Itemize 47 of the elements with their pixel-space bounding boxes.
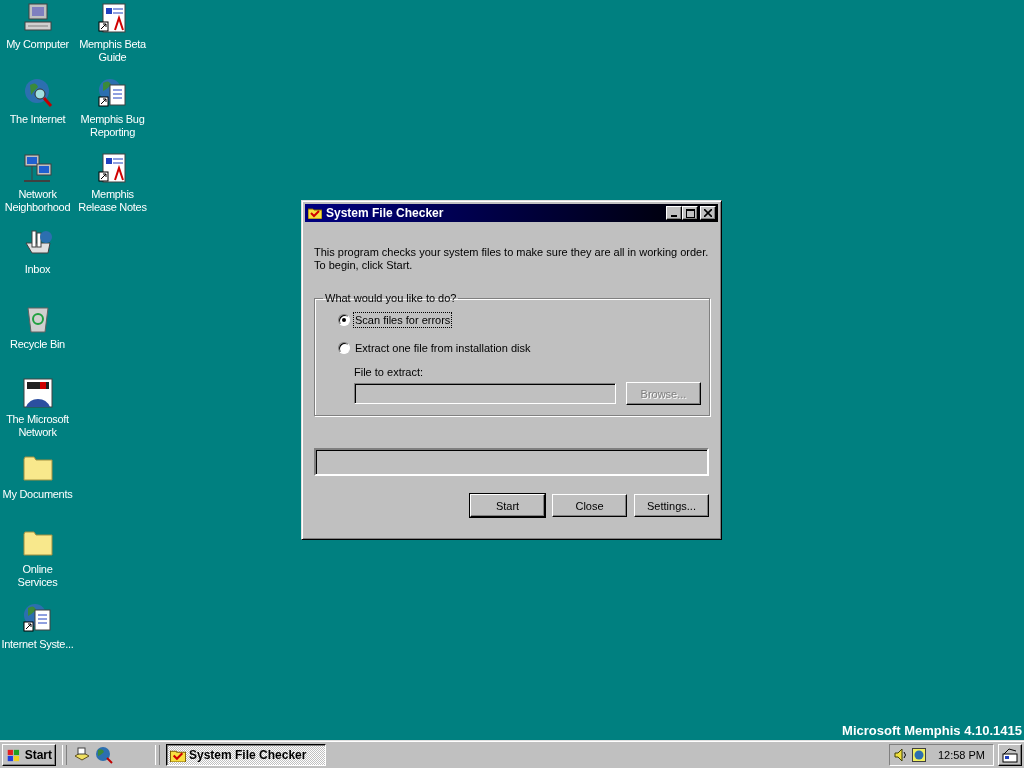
desktop-icon-label[interactable]: Memphis Release Notes bbox=[76, 188, 149, 214]
network-computers-icon[interactable] bbox=[21, 152, 54, 184]
maximize-button[interactable] bbox=[682, 206, 698, 220]
option-label[interactable]: Scan files for errors bbox=[353, 312, 453, 328]
tray-button[interactable] bbox=[998, 744, 1022, 766]
desktop-icon-label[interactable]: My Documents bbox=[1, 488, 74, 501]
speaker-icon[interactable] bbox=[893, 748, 908, 762]
window-title: System File Checker bbox=[326, 206, 445, 220]
globe-tray-icon[interactable] bbox=[911, 748, 926, 762]
globe-logo-icon[interactable] bbox=[21, 377, 54, 409]
desktop-icon-label[interactable]: Memphis Beta Guide bbox=[76, 38, 149, 64]
desktop-icon-label[interactable]: Online Services bbox=[1, 563, 74, 589]
start-button[interactable]: Start bbox=[2, 744, 56, 766]
taskbar-task-button[interactable]: System File Checker bbox=[166, 744, 326, 766]
dialog-button[interactable]: Settings... bbox=[634, 494, 709, 517]
dialog-button[interactable]: Close bbox=[552, 494, 627, 517]
folder-check-icon bbox=[170, 748, 186, 762]
desktop-icon-label[interactable]: Internet Syste... bbox=[1, 638, 74, 651]
desktop-icon-label[interactable]: My Computer bbox=[1, 38, 74, 51]
globe-document-icon[interactable] bbox=[21, 602, 54, 634]
group-label: What would you like to do? bbox=[324, 292, 458, 304]
desktop-icon-label[interactable]: Inbox bbox=[1, 263, 74, 276]
globe-icon[interactable] bbox=[95, 746, 113, 764]
option-label[interactable]: Extract one file from installation disk bbox=[353, 340, 533, 356]
globe-document-icon[interactable] bbox=[96, 77, 129, 109]
clock-text[interactable]: 12:58 PM bbox=[937, 749, 985, 761]
computer-icon[interactable] bbox=[21, 2, 54, 34]
close-icon bbox=[704, 209, 712, 217]
document-shortcut-icon[interactable] bbox=[96, 152, 129, 184]
close-button[interactable] bbox=[700, 206, 716, 220]
radio-button[interactable] bbox=[338, 342, 350, 354]
dialog-button[interactable]: Start bbox=[470, 494, 545, 517]
desktop-icon-label[interactable]: Memphis Bug Reporting bbox=[76, 113, 149, 139]
build-version-text: Microsoft Memphis 4.10.1415 bbox=[842, 723, 1022, 738]
desktop-icon-label[interactable]: The Microsoft Network bbox=[1, 413, 74, 439]
minimize-button[interactable] bbox=[666, 206, 682, 220]
description-text: This program checks your system files to make sure they are all in working order. To begin, click Start. bbox=[314, 246, 709, 272]
folder-check-icon bbox=[308, 207, 322, 219]
document-shortcut-icon[interactable] bbox=[96, 2, 129, 34]
windows-flag-icon bbox=[6, 747, 22, 763]
scheduler-icon bbox=[1001, 747, 1019, 763]
maximize-icon bbox=[685, 208, 695, 218]
radio-button[interactable] bbox=[338, 314, 350, 326]
desktop-icon-label[interactable]: The Internet bbox=[1, 113, 74, 126]
field-label: File to extract: bbox=[354, 366, 425, 378]
desktop-icon-label[interactable]: Network Neighborhood bbox=[1, 188, 74, 214]
desktop-icon-label[interactable]: Recycle Bin bbox=[1, 338, 74, 351]
